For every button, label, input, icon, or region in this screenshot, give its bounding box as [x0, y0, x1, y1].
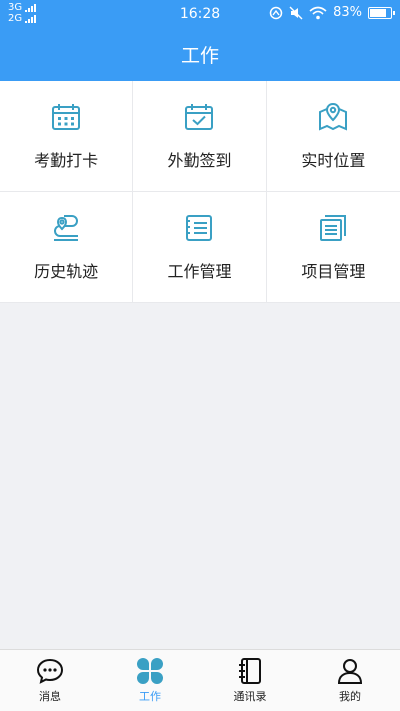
address-book-icon — [239, 658, 261, 684]
bottom-tab-bar: 消息 工作 通讯录 我的 — [0, 649, 400, 711]
grid-item-label: 历史轨迹 — [34, 262, 99, 281]
grid-item-label: 外勤签到 — [167, 151, 232, 170]
nfc-icon — [269, 6, 283, 19]
map-pin-icon — [319, 102, 348, 131]
function-grid: 考勤打卡 外勤签到 实时位置 历史轨迹 工作管理 项目管理 — [0, 81, 400, 303]
tab-label: 消息 — [39, 690, 61, 703]
status-bar: 3G 2G 16:28 83% — [0, 0, 400, 28]
grid-item-history-track[interactable]: 历史轨迹 — [0, 192, 134, 303]
grid-item-attendance[interactable]: 考勤打卡 — [0, 81, 134, 192]
grid-item-work-management[interactable]: 工作管理 — [133, 192, 267, 303]
grid-item-label: 考勤打卡 — [34, 151, 99, 170]
tab-contacts[interactable]: 通讯录 — [200, 650, 300, 711]
clover-icon — [137, 658, 163, 684]
battery-percent: 83% — [333, 5, 362, 20]
grid-item-project-management[interactable]: 项目管理 — [266, 192, 400, 303]
stacked-list-icon — [320, 215, 347, 241]
wifi-icon — [309, 6, 327, 19]
grid-item-label: 项目管理 — [301, 262, 366, 281]
grid-item-label: 工作管理 — [167, 262, 232, 281]
mute-icon — [289, 6, 303, 19]
tab-label: 通讯录 — [233, 690, 267, 703]
route-icon — [54, 215, 79, 241]
tab-messages[interactable]: 消息 — [0, 650, 100, 711]
calendar-check-icon — [185, 104, 214, 130]
battery-icon — [368, 6, 395, 19]
tab-label: 工作 — [139, 690, 161, 703]
grid-item-field-checkin[interactable]: 外勤签到 — [133, 81, 267, 192]
page-title: 工作 — [0, 28, 400, 81]
grid-item-label: 实时位置 — [301, 151, 366, 170]
calendar-grid-icon — [52, 104, 81, 130]
page-title-text: 工作 — [180, 45, 219, 67]
user-icon — [337, 659, 363, 684]
tab-label: 我的 — [339, 690, 361, 703]
list-icon — [186, 215, 213, 241]
grid-item-live-location[interactable]: 实时位置 — [266, 81, 400, 192]
chat-bubble-icon — [36, 658, 64, 684]
tab-work[interactable]: 工作 — [100, 650, 200, 711]
tab-profile[interactable]: 我的 — [300, 650, 400, 711]
